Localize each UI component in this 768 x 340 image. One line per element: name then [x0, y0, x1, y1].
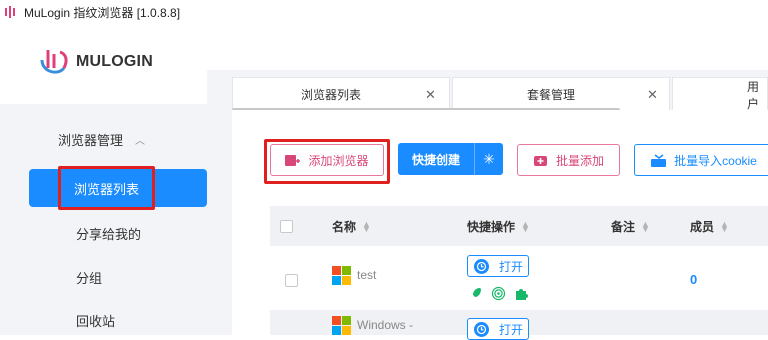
tab-label: 套餐管理 [527, 88, 576, 102]
sidebar-group-label: 浏览器管理 [58, 133, 124, 148]
header-actions-label: 快捷操作 [467, 220, 516, 234]
logo-text: MULOGIN [76, 53, 153, 70]
header-name-label: 名称 [332, 220, 357, 234]
batch-import-cookie-label: 批量导入cookie [674, 153, 757, 168]
open-button[interactable]: 打开 [467, 255, 529, 277]
clock-icon [474, 258, 489, 274]
close-icon[interactable]: ✕ [647, 87, 658, 103]
tab-plan-management[interactable]: 套餐管理 ✕ [452, 77, 670, 111]
sort-icon[interactable]: ▲ ▼ [521, 219, 530, 233]
header-members[interactable]: 成员 ▲ ▼ [690, 218, 729, 235]
row-name: Windows - [357, 318, 414, 332]
import-icon [651, 153, 667, 167]
windows-icon [332, 316, 351, 335]
sort-icon[interactable]: ▲ ▼ [362, 219, 371, 233]
clock-icon [474, 321, 489, 337]
mulogin-logo: MULOGIN [38, 46, 153, 78]
tab-users[interactable]: 用户 [672, 77, 768, 111]
header-name[interactable]: 名称 ▲ ▼ [332, 218, 371, 235]
mulogin-app-icon [5, 6, 15, 18]
quick-create-label: 快捷创建 [411, 152, 460, 167]
sparkle-icon: ✳ [483, 150, 495, 167]
row-name: test [357, 268, 377, 282]
header-notes-label: 备注 [611, 220, 636, 234]
add-browser-label: 添加浏览器 [308, 153, 369, 168]
add-browser-button[interactable]: 添加浏览器 [270, 144, 384, 176]
fingerprint-icon[interactable] [491, 286, 506, 304]
table-header: 名称 ▲ ▼ 快捷操作 ▲ ▼ 备注 ▲ ▼ 成员 ▲ ▼ [270, 206, 768, 246]
tab-label: 用户 [747, 79, 760, 111]
batch-import-cookie-button[interactable]: 批量导入cookie [634, 144, 768, 176]
sidebar-item-shared-with-me[interactable]: 分享给我的 [76, 224, 141, 243]
batch-add-icon [533, 154, 548, 167]
row-checkbox[interactable] [285, 274, 298, 287]
sidebar-group-browser-management[interactable]: 浏览器管理 ︿ [58, 130, 145, 149]
quick-create-button[interactable]: 快捷创建 [398, 143, 474, 175]
close-icon[interactable]: ✕ [425, 87, 436, 103]
header-members-label: 成员 [690, 220, 715, 234]
sidebar-item-label: 浏览器列表 [73, 181, 139, 197]
open-button[interactable]: 打开 [467, 318, 529, 340]
tab-label: 浏览器列表 [301, 88, 362, 102]
sidebar-item-groups[interactable]: 分组 [76, 268, 102, 287]
header-notes[interactable]: 备注 ▲ ▼ [611, 218, 650, 235]
sort-icon[interactable]: ▲ ▼ [641, 219, 650, 233]
open-label: 打开 [499, 259, 524, 274]
select-all-checkbox[interactable] [280, 220, 293, 233]
mulogin-logo-icon [40, 50, 68, 74]
batch-add-button[interactable]: 批量添加 [517, 144, 620, 176]
add-browser-icon [285, 154, 301, 167]
batch-add-label: 批量添加 [555, 153, 604, 168]
window-titlebar: MuLogin 指纹浏览器 [1.0.8.8] [0, 0, 768, 24]
sort-icon[interactable]: ▲ ▼ [720, 219, 729, 233]
rocket-icon[interactable] [468, 286, 483, 304]
tab-browser-list[interactable]: 浏览器列表 ✕ [232, 77, 450, 111]
windows-icon [332, 266, 351, 285]
header-actions[interactable]: 快捷操作 ▲ ▼ [467, 218, 530, 235]
extension-icon[interactable] [514, 286, 529, 304]
sidebar-item-recycle-bin[interactable]: 回收站 [76, 311, 115, 330]
window-title: MuLogin 指纹浏览器 [1.0.8.8] [24, 5, 181, 20]
sidebar-item-browser-list-highlight[interactable]: 浏览器列表 [58, 166, 155, 210]
quick-create-options-button[interactable]: ✳ [474, 143, 503, 175]
chevron-up-icon: ︿ [135, 136, 146, 147]
row-members[interactable]: 0 [690, 272, 697, 287]
